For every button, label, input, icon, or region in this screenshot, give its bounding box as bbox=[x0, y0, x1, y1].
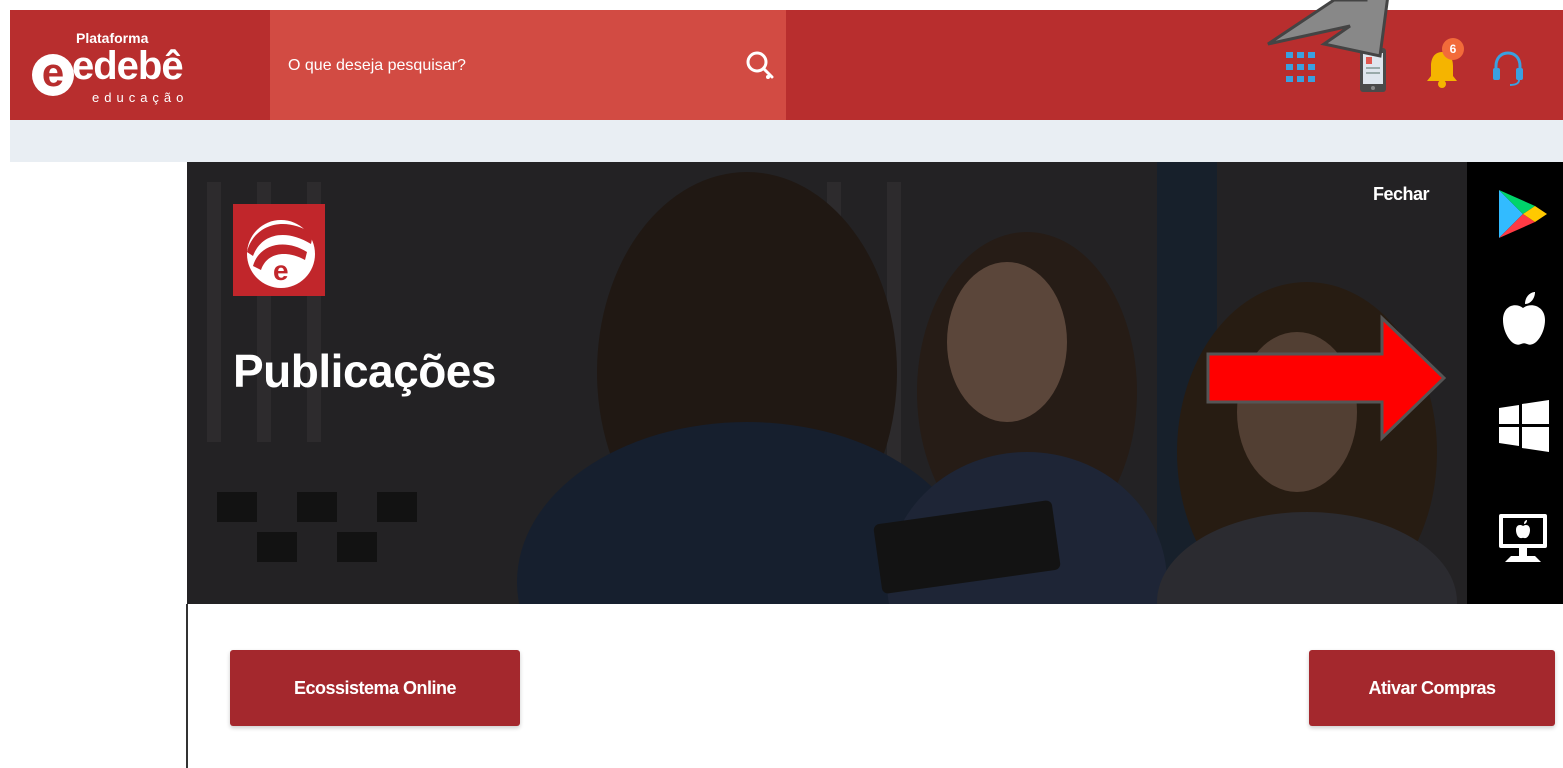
google-play-icon[interactable] bbox=[1495, 186, 1551, 246]
edebe-logo[interactable]: Plataforma e edebê educação bbox=[32, 24, 212, 110]
activate-purchases-button[interactable]: Ativar Compras bbox=[1309, 650, 1555, 726]
logo-e-mark-icon: e bbox=[32, 53, 74, 96]
headset-icon[interactable] bbox=[1488, 48, 1528, 88]
bell-icon[interactable]: 6 bbox=[1422, 38, 1464, 88]
windows-icon[interactable] bbox=[1495, 398, 1551, 458]
mac-desktop-icon[interactable] bbox=[1495, 508, 1551, 568]
pointer-arrow-red bbox=[1206, 314, 1447, 442]
content-divider bbox=[186, 604, 188, 768]
pointer-arrow-gray bbox=[1267, 0, 1389, 58]
apple-icon[interactable] bbox=[1495, 290, 1551, 350]
svg-text:e: e bbox=[273, 255, 289, 286]
notification-badge: 6 bbox=[1442, 38, 1464, 60]
close-link[interactable]: Fechar bbox=[1373, 184, 1430, 205]
page-title: Publicações bbox=[233, 345, 496, 397]
publicacoes-logo: e bbox=[233, 204, 325, 296]
app-stores-panel bbox=[1467, 162, 1563, 604]
logo-sub-text: educação bbox=[92, 90, 189, 105]
search-input[interactable] bbox=[286, 48, 730, 84]
search-icon[interactable] bbox=[744, 48, 778, 82]
search-bar bbox=[270, 10, 786, 120]
logo-brand-text: edebê bbox=[72, 44, 184, 88]
subheader-strip bbox=[10, 120, 1563, 162]
ecosystem-online-button[interactable]: Ecossistema Online bbox=[230, 650, 520, 726]
